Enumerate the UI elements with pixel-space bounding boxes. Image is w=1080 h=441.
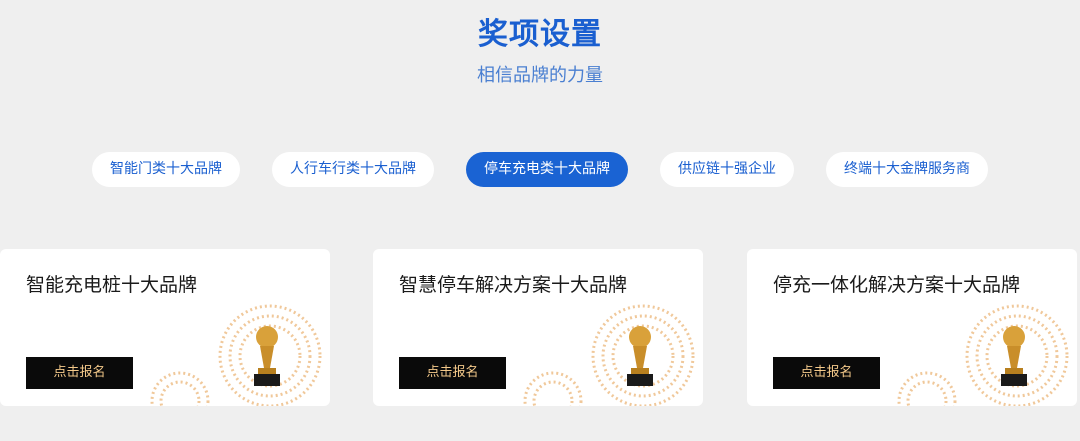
- award-card-title: 智能充电桩十大品牌: [26, 274, 198, 296]
- signup-button[interactable]: 点击报名: [773, 357, 880, 389]
- trophy-icon: [897, 304, 1069, 406]
- award-card-title: 智慧停车解决方案十大品牌: [399, 274, 628, 296]
- tab-terminal-service[interactable]: 终端十大金牌服务商: [826, 152, 988, 187]
- award-card-title: 停充一体化解决方案十大品牌: [773, 274, 1021, 296]
- award-cards: 智能充电桩十大品牌 点击报名 智慧停车解决方案十大品牌 点击报名 停充一体化解决…: [0, 249, 1080, 409]
- signup-button[interactable]: 点击报名: [26, 357, 133, 389]
- tab-pedestrian-vehicle[interactable]: 人行车行类十大品牌: [272, 152, 434, 187]
- award-category-tabs: 智能门类十大品牌 人行车行类十大品牌 停车充电类十大品牌 供应链十强企业 终端十…: [0, 152, 1080, 187]
- award-card-smart-parking: 智慧停车解决方案十大品牌 点击报名: [373, 249, 703, 406]
- section-header: 奖项设置 相信品牌的力量: [0, 14, 1080, 88]
- trophy-icon: [150, 304, 322, 406]
- award-card-parking-charging-integration: 停充一体化解决方案十大品牌 点击报名: [747, 249, 1077, 406]
- tab-parking-charging[interactable]: 停车充电类十大品牌: [466, 152, 628, 187]
- page-subtitle: 相信品牌的力量: [477, 65, 603, 86]
- tab-smart-door[interactable]: 智能门类十大品牌: [92, 152, 240, 187]
- tab-supply-chain[interactable]: 供应链十强企业: [660, 152, 794, 187]
- page-title: 奖项设置: [478, 17, 602, 52]
- trophy-icon: [523, 304, 695, 406]
- signup-button[interactable]: 点击报名: [399, 357, 506, 389]
- award-card-charging-pile: 智能充电桩十大品牌 点击报名: [0, 249, 330, 406]
